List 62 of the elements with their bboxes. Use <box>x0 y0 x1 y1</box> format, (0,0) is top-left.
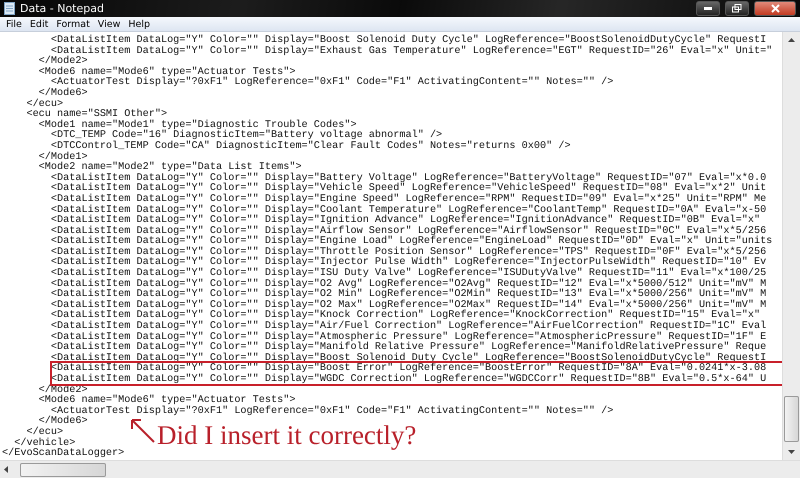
menu-item[interactable]: File <box>2 18 26 30</box>
code-line: </ecu> <box>25 100 64 110</box>
code-line: <DataListItem DataLog="Y" Color="" Display="Knock Correction" LogReference="KnockCorrection" RequestID="15" Eval="x" <box>50 311 760 322</box>
window-title: Data - Notepad <box>20 2 105 15</box>
code-line: <DataListItem DataLog="Y" Color="" Display="Atmospheric Pressure" LogReference="AtmosphericPressure" RequestID="1F" E <box>50 332 766 343</box>
close-button[interactable] <box>754 1 796 16</box>
code-line: <DataListItem DataLog="Y" Color="" Display="Manifold Relative Pressure" LogReference="ManifoldRelativePressure" Reque <box>50 343 766 354</box>
maximize-button[interactable] <box>725 1 749 16</box>
minimize-button[interactable] <box>696 1 720 16</box>
code-line: <DataListItem DataLog="Y" Color="" Display="Air/Fuel Correction" LogReference="AirFuelCorrection" RequestID="1C" Eval <box>50 322 766 332</box>
code-line: </EvoScanDataLogger> <box>2 449 124 460</box>
scroll-down-icon[interactable] <box>788 448 795 456</box>
code-line: </vehicle> <box>14 438 76 449</box>
code-line: <DataListItem DataLog="Y" Color="" Display="Throttle Position Sensor" LogReference="TPS" RequestID="0F" Eval="x*5/256 <box>50 248 766 258</box>
code-line: <ActuatorTest Display="?0xF1" LogReference="0xF1" Code="F1" ActivatingContent="" Notes="" /> <box>50 406 614 417</box>
code-line: <DataListItem DataLog="Y" Color="" Display="Exhaust Gas Temperature" LogReference="EGT" RequestID="26" Eval="x" Unit=" <box>50 46 772 57</box>
code-line: <Mode6 name="Mode6" type="Actuator Tests"> <box>38 68 296 78</box>
menu-item[interactable]: View <box>94 18 124 30</box>
menu-item[interactable]: Help <box>124 18 154 30</box>
code-line: <DataListItem DataLog="Y" Color="" Display="O2 Avg" LogReference="O2Avg" RequestID="12" Eval="x*5000/512" Unit="mV" M <box>50 280 766 290</box>
scroll-left-icon[interactable] <box>2 466 10 473</box>
close-icon <box>770 4 780 13</box>
menu-item[interactable]: Format <box>52 18 94 30</box>
arrow-drawing <box>128 418 156 444</box>
code-line: </Mode6> <box>38 88 88 99</box>
code-line: <DataListItem DataLog="Y" Color="" Display="Coolant Temperature" LogReference="CoolantTemp" RequestID="0A" Eval="x-50 <box>50 206 766 216</box>
code-line: <Mode2 name="Mode2" type="Data List Items"> <box>38 163 302 174</box>
code-line: <DataListItem DataLog="Y" Color="" Display="Boost Solenoid Duty Cycle" LogReference="BoostSolenoidDutyCycle" RequestI <box>50 354 766 364</box>
code-line: <DataListItem DataLog="Y" Color="" Display="O2 Min" LogReference="O2Min" RequestID="13" Eval="x*5000/256" Unit="mV" M <box>50 290 766 300</box>
code-line: <DataListItem DataLog="Y" Color="" Display="Injector Pulse Width" LogReference="InjectorPulseWidth" RequestID="10" Ev <box>50 258 766 268</box>
code-line: <DataListItem DataLog="Y" Color="" Display="Boost Solenoid Duty Cycle" LogReference="BoostSolenoidDutyCycle" RequestI <box>50 36 766 46</box>
code-line: <DTCControl_TEMP Code="CA" DiagnosticItem="Clear Fault Codes" Notes="returns 0x00" /> <box>50 142 571 152</box>
code-line: <DataListItem DataLog="Y" Color="" Display="Engine Speed" LogReference="RPM" RequestID="09" Eval="x*25" Unit="RPM" Me <box>50 194 766 205</box>
code-line: </Mode6> <box>38 417 88 428</box>
vertical-scrollbar[interactable] <box>782 32 800 460</box>
code-line: <DataListItem DataLog="Y" Color="" Display="Airflow Sensor" LogReference="AirflowSensor" RequestID="0C" Eval="x*5/256 <box>50 226 766 237</box>
code-line: <DataListItem DataLog="Y" Color="" Display="Battery Voltage" LogReference="BatteryVoltage" RequestID="07" Eval="x*0.0 <box>50 174 766 184</box>
menu-item[interactable]: Edit <box>26 18 52 30</box>
notepad-icon <box>4 2 15 15</box>
code-line: <ActuatorTest Display="?0xF1" LogReference="0xF1" Code="F1" ActivatingContent="" Notes="" /> <box>50 78 614 88</box>
scroll-thumb[interactable] <box>20 462 106 476</box>
minimize-icon <box>704 7 712 10</box>
code-line: <DataListItem DataLog="Y" Color="" Display="WGDC Correction" LogReference="WGDCCorr" RequestID="8B" Eval="0.5*x-64" U <box>50 375 766 385</box>
code-line: <DataListItem DataLog="Y" Color="" Display="Boost Error" LogReference="BoostError" RequestID="8A" Eval="0.0241*x-3.08 <box>50 364 766 374</box>
code-line: <DataListItem DataLog="Y" Color="" Display="Vehicle Speed" LogReference="VehicleSpeed" RequestID="08" Eval="x*2" Unit <box>50 184 766 194</box>
code-line: </Mode1> <box>38 152 88 163</box>
code-line: <DTC_TEMP Code="16" DiagnosticItem="Battery voltage abnormal" /> <box>50 131 442 142</box>
code-line: <ecu name="SSMI Other"> <box>25 110 168 120</box>
text-area[interactable] <box>0 32 782 460</box>
code-line: </ecu> <box>26 428 64 438</box>
scroll-thumb[interactable] <box>784 396 799 442</box>
restore-icon <box>732 4 742 13</box>
code-line: <DataListItem DataLog="Y" Color="" Display="ISU Duty Valve" LogReference="ISUDutyValve" RequestID="11" Eval="x*100/25 <box>50 269 766 280</box>
code-line: <DataListItem DataLog="Y" Color="" Display="Engine Load" LogReference="EngineLoad" RequestID="0D" Eval="x" Unit="units <box>50 237 772 248</box>
code-line: <DataListItem DataLog="Y" Color="" Display="O2 Max" LogReference="O2Max" RequestID="14" Eval="x*5000/256" Unit="mV" M <box>50 300 766 311</box>
horizontal-scrollbar[interactable] <box>0 460 800 478</box>
scroll-up-icon[interactable] <box>788 36 795 44</box>
code-line: <Mode6 name="Mode6" type="Actuator Tests"> <box>38 396 296 406</box>
annotation-text: Did I insert it correctly? <box>157 420 416 450</box>
code-line: </Mode2> <box>38 57 88 68</box>
code-line: <DataListItem DataLog="Y" Color="" Display="Ignition Advance" LogReference="IgnitionAdvance" RequestID="0B" Eval="x" <box>50 216 760 226</box>
code-line: <Mode1 name="Mode1" type="Diagnostic Trouble Codes"> <box>38 120 357 131</box>
